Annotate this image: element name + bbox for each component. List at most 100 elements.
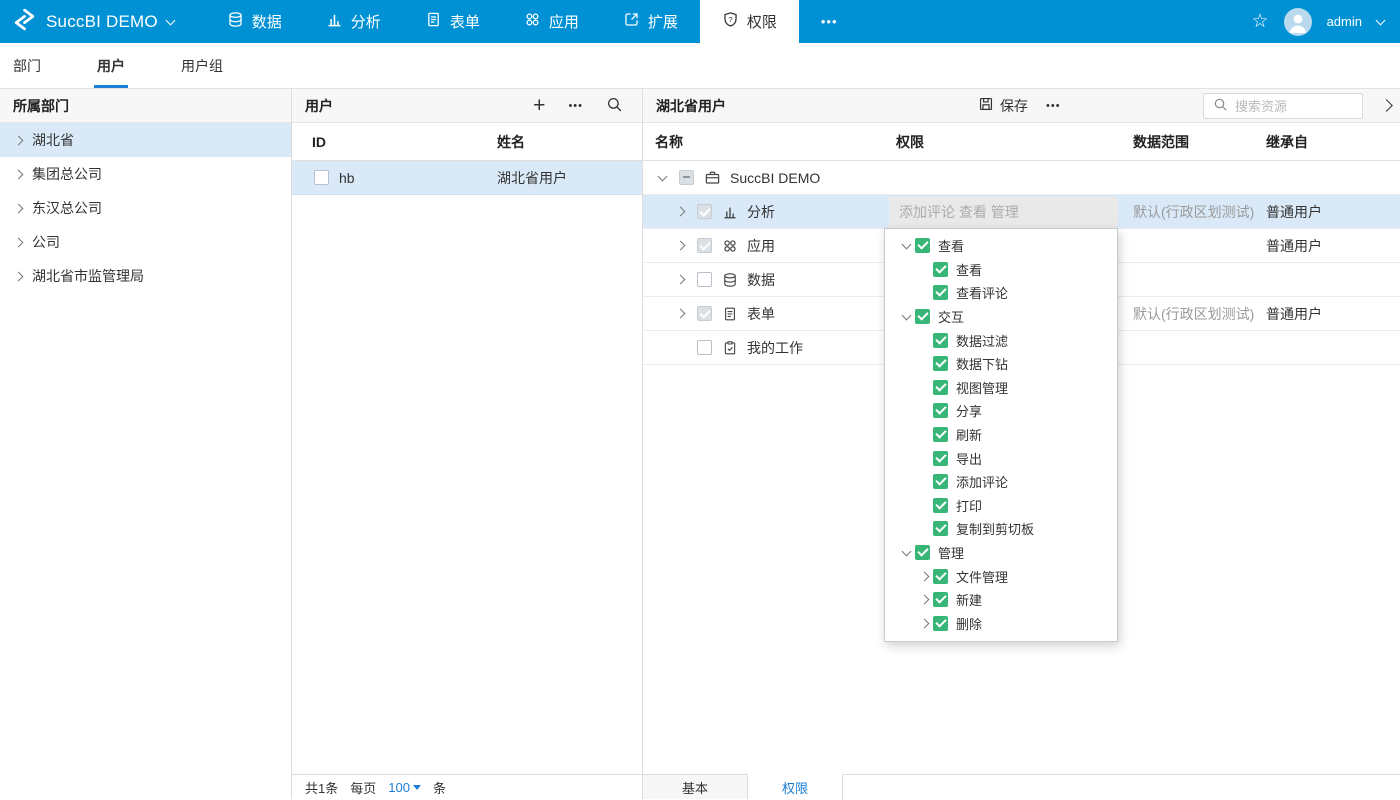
resource-checkbox-empty[interactable] xyxy=(697,340,712,355)
resource-checkbox-checked[interactable] xyxy=(697,238,712,253)
nav-item-apps[interactable]: 应用 xyxy=(502,0,601,43)
resource-search[interactable] xyxy=(1203,93,1363,119)
perm-checkbox-checked[interactable] xyxy=(915,238,930,253)
perm-checkbox-checked[interactable] xyxy=(933,474,948,489)
tab-users[interactable]: 用户 xyxy=(97,43,125,88)
resource-checkbox-empty[interactable] xyxy=(697,272,712,287)
perm-checkbox-checked[interactable] xyxy=(933,427,948,442)
brand[interactable]: SuccBI DEMO xyxy=(0,0,189,43)
nav-item-label: 扩展 xyxy=(648,11,678,32)
perm-node-copy-clipboard[interactable]: 复制到剪切板 xyxy=(885,517,1117,541)
perm-node-view-group[interactable]: 查看 xyxy=(885,234,1117,258)
resource-name: 应用 xyxy=(747,236,775,256)
chevron-down-icon[interactable] xyxy=(901,546,911,556)
perm-node-export[interactable]: 导出 xyxy=(885,446,1117,470)
nav-more-button[interactable]: ••• xyxy=(799,0,860,43)
tab-permissions[interactable]: 权限 xyxy=(748,774,843,800)
perm-checkbox-checked[interactable] xyxy=(915,545,930,560)
chevron-right-icon[interactable] xyxy=(675,309,685,319)
resource-checkbox-indeterminate[interactable] xyxy=(679,170,694,185)
perm-checkbox-checked[interactable] xyxy=(933,569,948,584)
perm-node-refresh[interactable]: 刷新 xyxy=(885,423,1117,447)
perm-node-file-manage[interactable]: 文件管理 xyxy=(885,564,1117,588)
perm-checkbox-checked[interactable] xyxy=(933,521,948,536)
perm-node-delete[interactable]: 删除 xyxy=(885,612,1117,636)
username[interactable]: admin xyxy=(1327,14,1362,29)
perm-checkbox-checked[interactable] xyxy=(933,333,948,348)
chevron-right-icon[interactable] xyxy=(919,618,929,628)
avatar[interactable] xyxy=(1284,8,1312,36)
page-size-select[interactable]: 100 xyxy=(388,780,421,795)
perm-checkbox-checked[interactable] xyxy=(933,592,948,607)
chevron-right-icon[interactable] xyxy=(14,271,24,281)
chevron-right-icon[interactable] xyxy=(675,275,685,285)
nav-item-analysis[interactable]: 分析 xyxy=(304,0,403,43)
user-row-checkbox[interactable] xyxy=(314,170,329,185)
perm-checkbox-checked[interactable] xyxy=(933,380,948,395)
dept-item-donghan-hq[interactable]: 东汉总公司 xyxy=(0,191,291,225)
perm-node-data-filter[interactable]: 数据过滤 xyxy=(885,328,1117,352)
perm-node-view-comments[interactable]: 查看评论 xyxy=(885,281,1117,305)
chevron-right-icon[interactable] xyxy=(675,241,685,251)
chevron-right-icon[interactable] xyxy=(14,203,24,213)
favorite-star-icon[interactable]: ☆ xyxy=(1252,12,1269,31)
perm-node-view-manage[interactable]: 视图管理 xyxy=(885,376,1117,400)
dept-item-company[interactable]: 公司 xyxy=(0,225,291,259)
column-header-name: 姓名 xyxy=(497,132,525,152)
users-panel-actions: + ••• xyxy=(533,95,629,116)
perm-node-create[interactable]: 新建 xyxy=(885,588,1117,612)
perm-node-manage-group[interactable]: 管理 xyxy=(885,541,1117,565)
perm-checkbox-checked[interactable] xyxy=(933,616,948,631)
resource-checkbox-checked[interactable] xyxy=(697,306,712,321)
perm-checkbox-checked[interactable] xyxy=(933,403,948,418)
save-icon xyxy=(978,96,994,115)
perm-checkbox-checked[interactable] xyxy=(933,356,948,371)
chevron-right-icon[interactable] xyxy=(14,135,24,145)
tab-departments[interactable]: 部门 xyxy=(13,43,41,88)
dept-item-supervision-bureau[interactable]: 湖北省市监管理局 xyxy=(0,259,291,293)
perm-checkbox-checked[interactable] xyxy=(933,498,948,513)
dept-item-hubei[interactable]: 湖北省 xyxy=(0,123,291,157)
perm-node-print[interactable]: 打印 xyxy=(885,494,1117,518)
chevron-down-icon[interactable] xyxy=(901,239,911,249)
resource-checkbox-checked[interactable] xyxy=(697,204,712,219)
perm-checkbox-checked[interactable] xyxy=(933,451,948,466)
chevron-right-icon[interactable] xyxy=(919,571,929,581)
resource-search-input[interactable] xyxy=(1235,99,1345,114)
perm-node-add-comment[interactable]: 添加评论 xyxy=(885,470,1117,494)
perm-node-interact-group[interactable]: 交互 xyxy=(885,305,1117,329)
perm-checkbox-checked[interactable] xyxy=(915,309,930,324)
navbar-right: ☆ admin xyxy=(1252,0,1400,43)
resource-row-root[interactable]: SuccBI DEMO xyxy=(643,161,1400,195)
perm-node-view[interactable]: 查看 xyxy=(885,258,1117,282)
expander xyxy=(675,208,685,215)
chevron-down-icon[interactable] xyxy=(901,310,911,320)
brand-name: SuccBI DEMO xyxy=(46,12,158,32)
nav-item-permissions[interactable]: ? 权限 xyxy=(700,0,799,43)
section-tabs: 部门 用户 用户组 xyxy=(0,43,1400,89)
add-user-button[interactable]: + xyxy=(533,95,545,116)
chevron-right-icon[interactable] xyxy=(14,169,24,179)
chevron-down-icon[interactable] xyxy=(657,171,667,181)
chevron-right-icon[interactable] xyxy=(14,237,24,247)
nav-item-data[interactable]: 数据 xyxy=(205,0,304,43)
tab-user-groups[interactable]: 用户组 xyxy=(181,43,223,88)
user-chevron-down-icon[interactable] xyxy=(1376,15,1386,25)
perm-node-share[interactable]: 分享 xyxy=(885,399,1117,423)
nav-item-form[interactable]: 表单 xyxy=(403,0,502,43)
dept-item-group-hq[interactable]: 集团总公司 xyxy=(0,157,291,191)
save-button[interactable]: 保存 xyxy=(978,96,1028,116)
perm-checkbox-checked[interactable] xyxy=(933,285,948,300)
collapse-panel-button[interactable] xyxy=(1382,97,1391,113)
permissions-more-button[interactable]: ••• xyxy=(1046,100,1061,112)
chevron-right-icon[interactable] xyxy=(919,595,929,605)
users-search-icon[interactable] xyxy=(606,96,623,116)
permission-cell-editor[interactable]: 添加评论 查看 管理 xyxy=(889,197,1118,228)
nav-item-extension[interactable]: 扩展 xyxy=(601,0,700,43)
chevron-right-icon[interactable] xyxy=(675,207,685,217)
perm-node-drill-down[interactable]: 数据下钻 xyxy=(885,352,1117,376)
perm-checkbox-checked[interactable] xyxy=(933,262,948,277)
users-more-button[interactable]: ••• xyxy=(568,100,583,112)
user-row-hb[interactable]: hb 湖北省用户 xyxy=(292,161,642,195)
tab-basic[interactable]: 基本 xyxy=(643,775,748,799)
